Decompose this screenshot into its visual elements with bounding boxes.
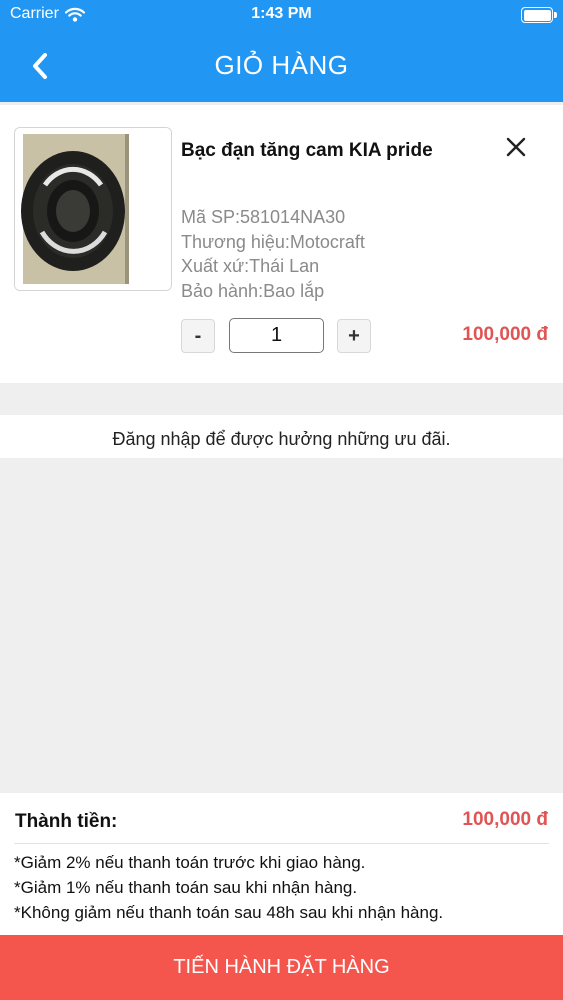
total-label: Thành tiền: <box>15 811 118 832</box>
cart-item: Bạc đạn tăng cam KIA pride Mã SP:581014N… <box>0 105 563 383</box>
product-origin: Xuất xứ:Thái Lan <box>181 256 320 276</box>
discount-note: *Giảm 1% nếu thanh toán sau khi nhận hàn… <box>14 878 358 897</box>
status-bar: Carrier 1:43 PM <box>0 0 563 30</box>
battery-icon <box>521 7 557 23</box>
status-time: 1:43 PM <box>251 5 312 22</box>
total-value: 100,000 đ <box>462 809 548 830</box>
summary-divider <box>14 843 549 844</box>
product-image[interactable] <box>14 127 172 291</box>
discount-note: *Không giảm nếu thanh toán sau 48h sau k… <box>14 903 444 922</box>
login-promo-link[interactable]: Đăng nhập để được hưởng những ưu đãi. <box>0 415 563 458</box>
product-brand: Thương hiệu:Motocraft <box>181 232 365 252</box>
product-warranty: Bảo hành:Bao lắp <box>181 281 325 301</box>
bearing-photo <box>15 128 171 290</box>
close-icon <box>506 137 526 157</box>
order-summary: Thành tiền: 100,000 đ *Giảm 2% nếu thanh… <box>0 793 563 935</box>
place-order-button[interactable]: TIẾN HÀNH ĐẶT HÀNG <box>0 935 563 1000</box>
page-title: GIỎ HÀNG <box>214 50 349 80</box>
quantity-increase-button[interactable]: + <box>337 319 371 353</box>
product-sku: Mã SP:581014NA30 <box>181 207 346 227</box>
quantity-decrease-button[interactable]: - <box>181 319 215 353</box>
discount-note: *Giảm 2% nếu thanh toán trước khi giao h… <box>14 853 366 872</box>
item-price: 100,000 đ <box>462 324 548 345</box>
remove-item-button[interactable] <box>502 133 530 161</box>
product-name[interactable]: Bạc đạn tăng cam KIA pride <box>181 140 433 162</box>
quantity-input[interactable]: 1 <box>229 318 324 353</box>
app-header: Carrier 1:43 PM GIỎ HÀNG <box>0 0 563 102</box>
